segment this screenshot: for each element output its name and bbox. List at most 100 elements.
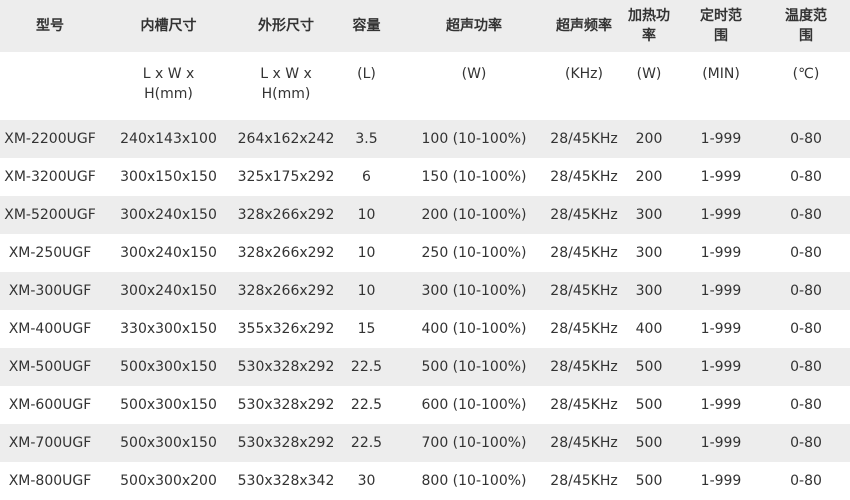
col-header-heat-power-text: 加热功率 [626, 6, 672, 47]
table-cell: 300 [618, 272, 680, 310]
table-cell: 0-80 [762, 196, 850, 234]
table-cell: 1-999 [680, 158, 762, 196]
table-cell: 28/45KHz [550, 196, 618, 234]
table-cell: 0-80 [762, 424, 850, 462]
table-cell: XM-800UGF [0, 462, 100, 500]
table-cell: 1-999 [680, 196, 762, 234]
table-row: XM-2200UGF240x143x100264x162x2423.5100 (… [0, 120, 850, 158]
table-cell: 800 (10-100%) [398, 462, 550, 500]
table-row: XM-500UGF500x300x150530x328x29222.5500 (… [0, 348, 850, 386]
table-cell: 28/45KHz [550, 462, 618, 500]
table-cell: 28/45KHz [550, 310, 618, 348]
table-cell: 530x328x292 [237, 424, 335, 462]
table-row: XM-3200UGF300x150x150325x175x2926150 (10… [0, 158, 850, 196]
unit-timer-range: (MIN) [680, 52, 762, 120]
table-cell: 28/45KHz [550, 234, 618, 272]
unit-temp-range: (℃) [762, 52, 850, 120]
table-cell: 0-80 [762, 158, 850, 196]
table-cell: 22.5 [335, 348, 398, 386]
table-cell: 330x300x150 [100, 310, 237, 348]
table-cell: 22.5 [335, 424, 398, 462]
table-cell: 500x300x200 [100, 462, 237, 500]
table-cell: 1-999 [680, 272, 762, 310]
table-cell: 300 (10-100%) [398, 272, 550, 310]
table-cell: 0-80 [762, 234, 850, 272]
table-cell: 3.5 [335, 120, 398, 158]
product-spec-table: 型号 内槽尺寸 外形尺寸 容量 超声功率 超声频率 加热功率 定时范围 温度范围… [0, 0, 850, 500]
table-cell: 264x162x242 [237, 120, 335, 158]
unit-us-power: (W) [398, 52, 550, 120]
col-header-us-power: 超声功率 [398, 0, 550, 52]
table-cell: 328x266x292 [237, 272, 335, 310]
table-cell: 500 [618, 386, 680, 424]
table-cell: 300x240x150 [100, 272, 237, 310]
table-cell: XM-5200UGF [0, 196, 100, 234]
table-cell: 200 (10-100%) [398, 196, 550, 234]
table-cell: 300 [618, 196, 680, 234]
table-cell: 500x300x150 [100, 348, 237, 386]
table-cell: 0-80 [762, 120, 850, 158]
unit-heat-power: (W) [618, 52, 680, 120]
table-cell: 530x328x342 [237, 462, 335, 500]
table-cell: 500x300x150 [100, 386, 237, 424]
table-cell: XM-300UGF [0, 272, 100, 310]
table-cell: 530x328x292 [237, 386, 335, 424]
table-cell: 15 [335, 310, 398, 348]
unit-inner-size: L x W x H(mm) [100, 52, 237, 120]
table-cell: 0-80 [762, 348, 850, 386]
col-header-timer-range-text: 定时范围 [698, 6, 744, 47]
table-cell: 1-999 [680, 424, 762, 462]
table-row: XM-800UGF500x300x200530x328x34230800 (10… [0, 462, 850, 500]
table-cell: 300x240x150 [100, 196, 237, 234]
table-cell: 400 (10-100%) [398, 310, 550, 348]
table-cell: 0-80 [762, 386, 850, 424]
col-header-us-freq: 超声频率 [550, 0, 618, 52]
table-cell: 500 [618, 348, 680, 386]
unit-inner-size-text: L x W x H(mm) [137, 64, 201, 105]
table-cell: 28/45KHz [550, 348, 618, 386]
table-cell: 0-80 [762, 462, 850, 500]
table-cell: 300x240x150 [100, 234, 237, 272]
table-cell: 10 [335, 234, 398, 272]
table-cell: 328x266x292 [237, 196, 335, 234]
table-cell: 0-80 [762, 310, 850, 348]
table-cell: 1-999 [680, 386, 762, 424]
table-cell: 28/45KHz [550, 424, 618, 462]
table-cell: 328x266x292 [237, 234, 335, 272]
table-row: XM-400UGF330x300x150355x326x29215400 (10… [0, 310, 850, 348]
table-cell: 22.5 [335, 386, 398, 424]
table-cell: 530x328x292 [237, 348, 335, 386]
col-header-capacity: 容量 [335, 0, 398, 52]
table-cell: 500 (10-100%) [398, 348, 550, 386]
table-cell: 10 [335, 196, 398, 234]
table-cell: 10 [335, 272, 398, 310]
table-cell: 355x326x292 [237, 310, 335, 348]
table-cell: 500 [618, 424, 680, 462]
table-header: 型号 内槽尺寸 外形尺寸 容量 超声功率 超声频率 加热功率 定时范围 温度范围… [0, 0, 850, 120]
table-cell: 200 [618, 158, 680, 196]
table-row: XM-300UGF300x240x150328x266x29210300 (10… [0, 272, 850, 310]
header-row-units: L x W x H(mm) L x W x H(mm) (L) (W) (KHz… [0, 52, 850, 120]
unit-outer-size: L x W x H(mm) [237, 52, 335, 120]
table-cell: 500x300x150 [100, 424, 237, 462]
table-row: XM-5200UGF300x240x150328x266x29210200 (1… [0, 196, 850, 234]
table-cell: 28/45KHz [550, 272, 618, 310]
table-row: XM-250UGF300x240x150328x266x29210250 (10… [0, 234, 850, 272]
table-cell: 1-999 [680, 234, 762, 272]
table-cell: XM-3200UGF [0, 158, 100, 196]
table-cell: 1-999 [680, 120, 762, 158]
table-cell: XM-400UGF [0, 310, 100, 348]
col-header-timer-range: 定时范围 [680, 0, 762, 52]
unit-model [0, 52, 100, 120]
table-cell: 200 [618, 120, 680, 158]
table-cell: 1-999 [680, 462, 762, 500]
table-cell: XM-250UGF [0, 234, 100, 272]
table-row: XM-600UGF500x300x150530x328x29222.5600 (… [0, 386, 850, 424]
header-row-labels: 型号 内槽尺寸 外形尺寸 容量 超声功率 超声频率 加热功率 定时范围 温度范围 [0, 0, 850, 52]
table-cell: 325x175x292 [237, 158, 335, 196]
unit-capacity: (L) [335, 52, 398, 120]
unit-outer-size-text: L x W x H(mm) [254, 64, 318, 105]
table-cell: 28/45KHz [550, 120, 618, 158]
col-header-outer-size: 外形尺寸 [237, 0, 335, 52]
table-cell: 28/45KHz [550, 158, 618, 196]
